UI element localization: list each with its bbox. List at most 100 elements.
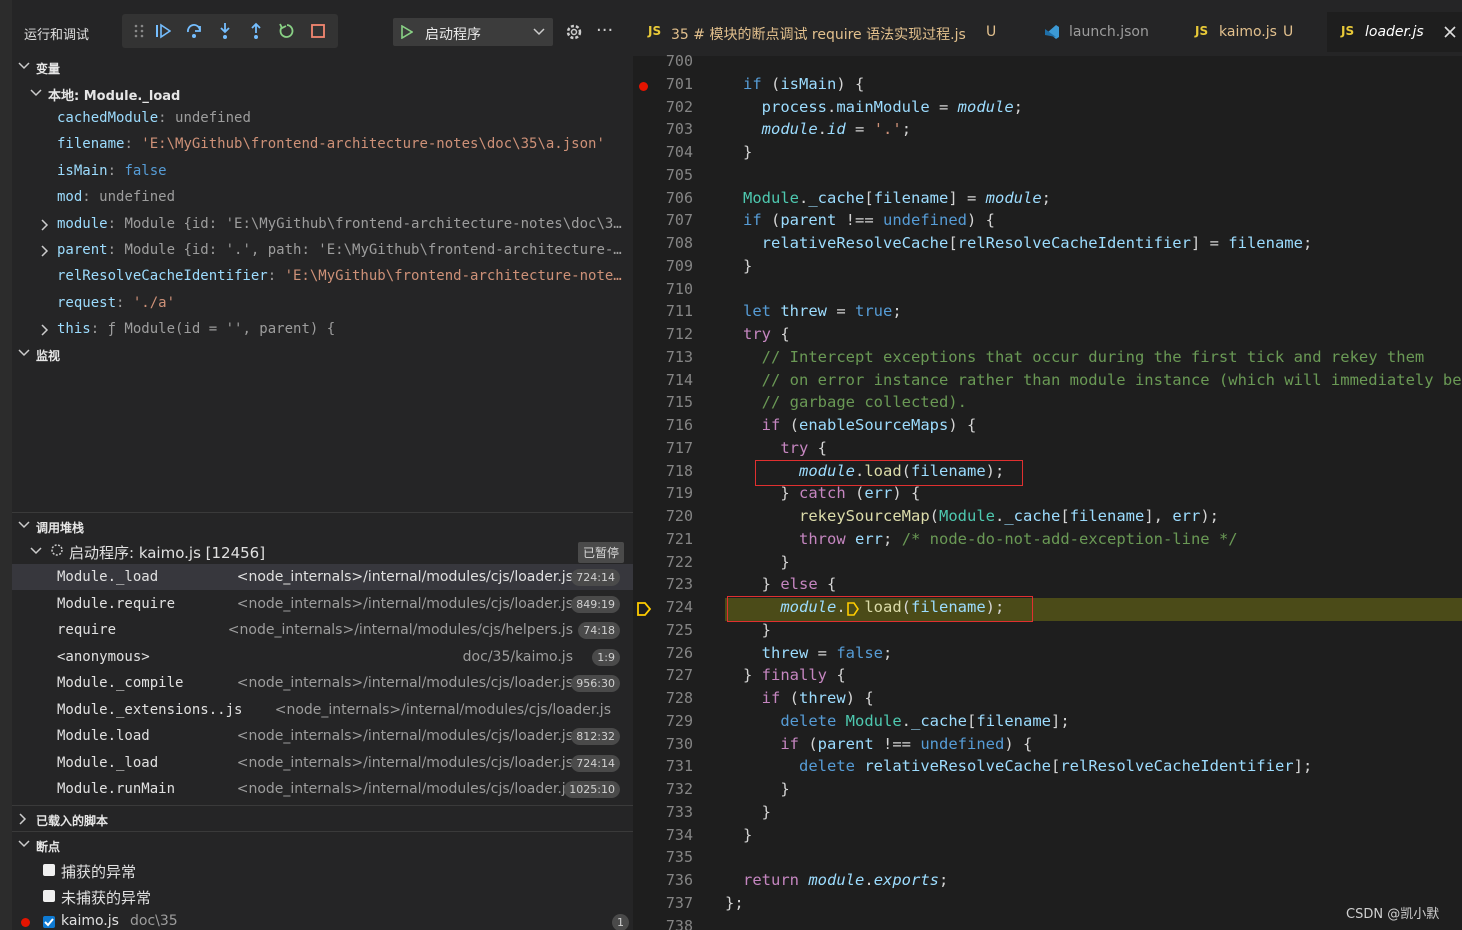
variable-row[interactable]: mod: undefined [12,185,633,211]
line-number: 707 [665,211,693,230]
frame-source: <node_internals>/internal/modules/cjs/lo… [236,595,573,612]
frame-position-badge: 849:19 [571,595,620,613]
colon: : [158,110,176,126]
stack-frame-row[interactable]: Module._compile <node_internals>/internal… [12,670,633,696]
more-icon[interactable]: ··· [596,20,613,41]
loaded-scripts-title: 已载入的脚本 [36,814,109,828]
stack-frame-row[interactable]: Module.require <node_internals>/internal/… [12,591,633,617]
line-number: 727 [665,666,693,685]
stop-button[interactable] [305,18,331,44]
code-line: // on error instance rather than module … [761,370,1462,389]
line-number: 732 [665,780,693,798]
line-number: 716 [665,416,693,434]
tab-35-notes[interactable]: JS 35 # 模块的断点调试 require 语法实现过程.js U [633,12,1031,52]
line-number: 737 [665,893,693,912]
gear-icon[interactable] [564,22,584,46]
variable-row[interactable]: parent: Module {id: '.', path: 'E:\MyGit… [12,238,633,264]
line-number: 713 [665,347,693,366]
drag-handle-icon[interactable] [126,18,152,44]
frame-position-badge: 724:14 [571,569,620,586]
breakpoints-section-header[interactable]: 断点 [12,831,633,858]
line-number: 730 [665,734,693,753]
variable-name: isMain: false [57,162,167,179]
line-number: 700 [665,52,693,70]
chevron-right-icon[interactable] [40,219,50,231]
variable-row[interactable]: cachedModule: undefined [12,106,633,132]
scope-row[interactable]: 本地: Module._load [12,80,633,106]
line-number: 729 [665,711,693,730]
checkbox-unchecked[interactable] [43,890,55,902]
chevron-right-icon[interactable] [40,324,50,336]
variable-row[interactable]: relResolveCacheIdentifier: 'E:\MyGithub\… [12,264,633,290]
checkbox-unchecked[interactable] [43,864,55,876]
colon: : [107,162,125,179]
continue-icon [156,23,171,39]
line-number: 706 [665,188,693,207]
variable-row[interactable]: this: ƒ Module(id = '', parent) { [12,317,633,343]
variable-value: './a' [132,294,176,311]
frame-source: <node_internals>/internal/modules/cjs/lo… [236,754,573,771]
line-number: 720 [665,507,693,525]
js-file-icon: JS [648,24,662,38]
close-icon[interactable] [1444,26,1456,38]
tab-launch-json[interactable]: launch.json [1031,12,1179,52]
loaded-scripts-section-header[interactable]: 已载入的脚本 [12,805,633,832]
callstack-section-header[interactable]: 调用堆栈 [12,512,633,539]
line-number: 736 [665,871,693,889]
uncaught-exceptions-row[interactable]: 未捕获的异常 [12,883,633,909]
breakpoint-file-row[interactable]: kaimo.js doc\35 1 [12,909,633,930]
watch-section-header[interactable]: 监视 [12,341,633,367]
frame-source: doc/35/kaimo.js [462,648,573,665]
stack-frame-row[interactable]: Module._load <node_internals>/internal/mo… [12,750,633,776]
variable-name: filename: 'E:\MyGithub\frontend-architec… [57,136,605,153]
variable-row[interactable]: isMain: false [12,159,633,185]
code-line: } [743,780,790,798]
code-line: delete relativeResolveCache[relResolveCa… [799,757,1313,776]
editor-area: JS 35 # 模块的断点调试 require 语法实现过程.js U laun… [633,0,1462,930]
variables-section-header[interactable]: 变量 [12,54,633,80]
variable-row[interactable]: filename: 'E:\MyGithub\frontend-architec… [12,132,633,158]
frame-function: Module._compile [57,675,184,691]
caught-exceptions-row[interactable]: 捕获的异常 [12,857,633,883]
line-number: 723 [665,575,693,594]
frame-function: Module.runMain [57,781,176,797]
stack-frame-row[interactable]: require <node_internals>/internal/modules… [12,617,633,643]
chevron-down-icon [18,840,30,848]
stack-frame-row[interactable]: Module.runMain <node_internals>/internal/… [12,776,633,802]
code-line: }; [725,893,744,912]
chevron-down-icon [18,62,30,70]
variable-name: parent: Module {id: '.', path: 'E:\MyGit… [57,242,622,258]
step-into-button[interactable] [212,18,238,44]
tab-kaimo-js[interactable]: JS kaimo.js U [1179,12,1327,52]
restart-icon [279,23,294,38]
restart-button[interactable] [274,18,300,44]
stack-frame-row[interactable]: Module._extensions..js <node_internals>/i… [12,697,633,723]
variable-value: undefined [175,110,251,126]
code-line: if (isMain) { [743,74,865,93]
stack-frame-row[interactable]: <anonymous> doc/35/kaimo.js 1:9 [12,644,633,670]
variable-value: undefined [99,189,176,206]
colon: : [82,189,100,206]
frame-position-badge: 1025:10 [564,781,620,798]
chevron-right-icon[interactable] [40,245,50,257]
continue-button[interactable] [150,18,176,44]
stack-frame-row[interactable]: Module._load <node_internals>/internal/mo… [12,564,633,590]
line-number: 733 [665,802,693,821]
code-line: relativeResolveCache[relResolveCacheIden… [761,234,1313,252]
variable-row[interactable]: request: './a' [12,291,633,317]
caught-exceptions-label: 捕获的异常 [61,863,137,881]
debug-session-row[interactable]: 启动程序: kaimo.js [12456] 已暂停 [12,538,633,564]
checkbox-checked[interactable] [43,916,55,928]
step-over-button[interactable] [181,18,207,44]
stack-frame-row[interactable]: Module.load <node_internals>/internal/mod… [12,723,633,749]
code-line: Module._cache[filename] = module; [743,188,1052,207]
breakpoint-dot-icon[interactable] [639,81,648,91]
code-line: } catch (err) { [743,484,921,503]
launch-config-select[interactable]: 启动程序 [393,18,553,46]
variable-row[interactable]: module: Module {id: 'E:\MyGithub\fronten… [12,212,633,238]
line-number: 709 [665,256,693,275]
variable-value: Module {id: '.', path: 'E:\MyGithub\fron… [124,242,622,258]
frame-source: <node_internals>/internal/modules/cjs/lo… [236,569,573,585]
step-out-button[interactable] [243,18,269,44]
tab-loader-js[interactable]: JS loader.js [1327,12,1462,52]
